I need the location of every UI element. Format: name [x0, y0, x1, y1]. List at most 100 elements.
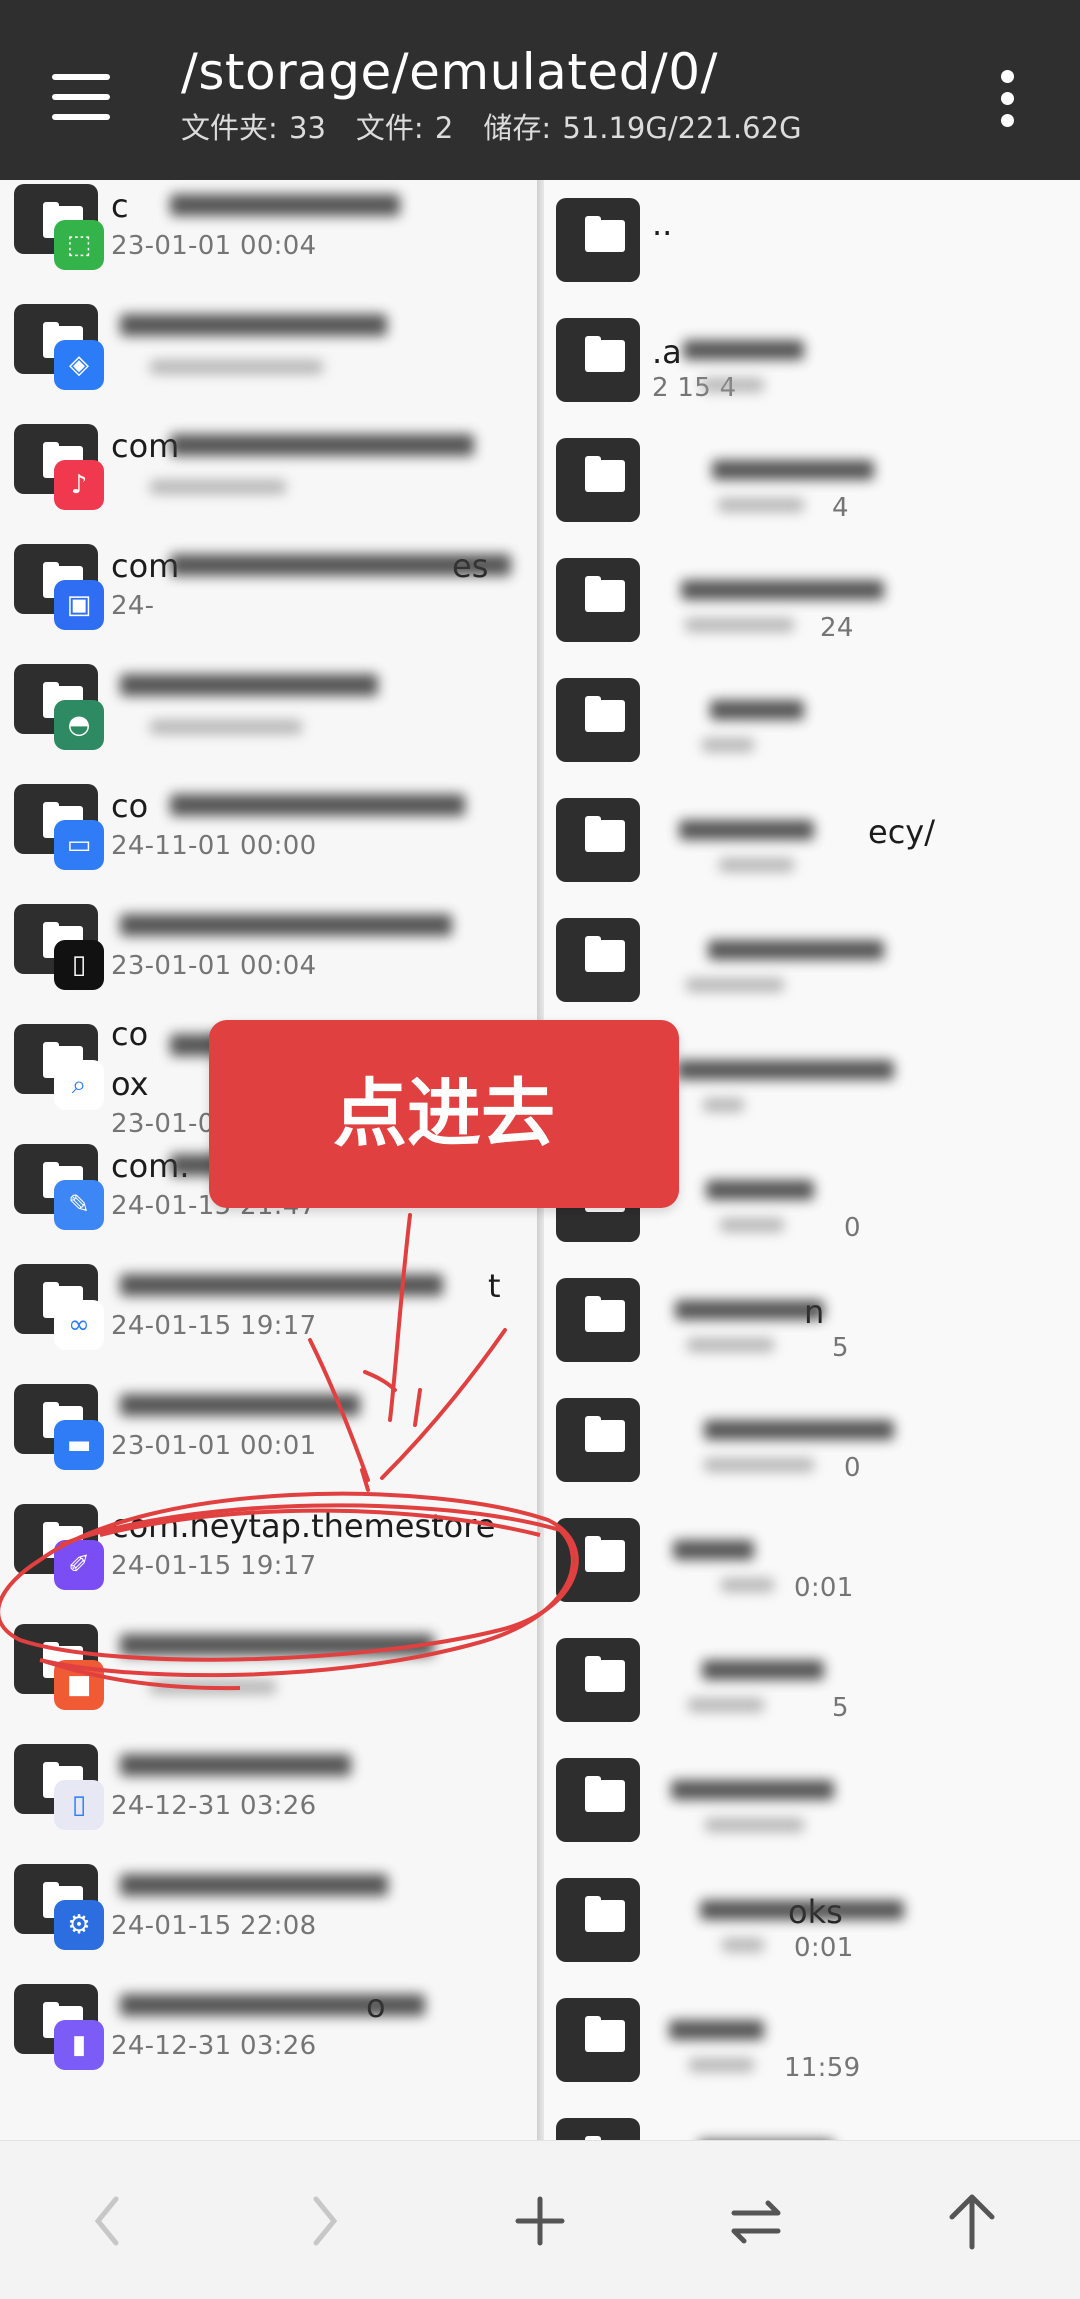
forward-chevron-icon[interactable] — [274, 2171, 374, 2271]
redaction-blur — [120, 674, 378, 696]
file-date: 24-12-31 03:26 — [111, 1791, 317, 1821]
swap-panes-icon[interactable] — [706, 2171, 806, 2271]
file-date: 24- — [111, 591, 155, 621]
folder-count: 文件夹: 33 — [181, 111, 326, 145]
file-list-item[interactable]: ◓ — [0, 640, 537, 760]
redaction-blur — [719, 858, 794, 872]
redaction-blur — [704, 1458, 814, 1472]
search-icon: ⌕ — [54, 1060, 104, 1110]
folder-icon — [556, 318, 640, 402]
bottom-navigation — [0, 2140, 1080, 2299]
folder-icon — [556, 678, 640, 762]
file-name: .. — [652, 205, 673, 243]
settings-gear-icon: ⚙ — [54, 1900, 104, 1950]
folder-icon — [556, 1878, 640, 1962]
file-list-item[interactable]: ⬚ c 23-01-01 00:04 — [0, 180, 537, 280]
file-list-item[interactable]: 24 — [544, 558, 1080, 678]
file-list-item[interactable]: ♪ com — [0, 400, 537, 520]
file-name: co — [111, 1015, 149, 1053]
file-list-item[interactable]: ▯ 23-01-01 00:04 — [0, 880, 537, 1000]
redaction-blur — [150, 1680, 276, 1694]
directory-summary: 文件夹: 33 文件: 2 储存: 51.19G/221.62G — [181, 110, 802, 146]
file-date: 0:01 — [794, 1933, 854, 1963]
file-list-item[interactable]: .. — [544, 198, 1080, 318]
file-list-item[interactable]: ▭ co 24-11-01 00:00 — [0, 760, 537, 880]
redaction-blur — [150, 360, 323, 374]
redaction-blur — [669, 2020, 764, 2040]
file-date: 24-12-31 03:26 — [111, 2031, 317, 2061]
file-list-item[interactable]: com — [544, 2118, 1080, 2140]
wallet-icon: ▬ — [54, 1420, 104, 1470]
up-arrow-icon[interactable] — [922, 2171, 1022, 2271]
redaction-blur — [700, 1900, 904, 1920]
redaction-blur — [712, 460, 874, 480]
folder-icon — [556, 438, 640, 522]
file-list-item[interactable]: ▣comes24- — [0, 520, 537, 640]
file-list-item[interactable]: 5 — [544, 1638, 1080, 1758]
file-list-item[interactable]: n5 — [544, 1278, 1080, 1398]
file-list-item[interactable]: .a 2 15 4 — [544, 318, 1080, 438]
redaction-blur — [686, 978, 784, 992]
back-chevron-icon[interactable] — [58, 2171, 158, 2271]
redaction-blur — [689, 2058, 754, 2072]
file-name: c — [111, 187, 129, 225]
office-icon: ▯ — [54, 940, 104, 990]
file-list-item[interactable]: ∞ t 24-01-15 19:17 — [0, 1240, 537, 1360]
file-list-item[interactable]: oks0:01 — [544, 1878, 1080, 1998]
folder-icon — [556, 1638, 640, 1722]
file-list-item[interactable]: 0 — [544, 1398, 1080, 1518]
file-list-item[interactable] — [544, 678, 1080, 798]
file-list-item[interactable]: 11:59 — [544, 1998, 1080, 2118]
redaction-blur — [721, 1578, 774, 1592]
file-list-item[interactable]: ▮o24-12-31 03:26 — [0, 1960, 537, 2080]
file-list-item[interactable]: ▬ 23-01-01 00:01 — [0, 1360, 537, 1480]
file-list-item[interactable]: ■ — [0, 1600, 537, 1720]
redaction-blur — [703, 1098, 744, 1112]
redaction-blur — [704, 1420, 894, 1440]
file-name: ecy/ — [868, 813, 935, 851]
shopping-bag-icon: ⬚ — [54, 220, 104, 270]
redaction-blur — [687, 1338, 774, 1352]
redaction-blur — [722, 1938, 764, 1952]
folder-icon — [556, 918, 640, 1002]
top-app-bar: /storage/emulated/0/ 文件夹: 33 文件: 2 储存: 51.… — [0, 0, 1080, 180]
redaction-blur — [718, 498, 804, 512]
redaction-blur — [170, 554, 511, 576]
file-list-item[interactable]: ⚙ 24-01-15 22:08 — [0, 1840, 537, 1960]
file-list-item[interactable]: 4 — [544, 438, 1080, 558]
redaction-blur — [679, 820, 814, 840]
file-date: 24-01-15 22:08 — [111, 1911, 317, 1941]
redaction-blur — [120, 314, 387, 336]
note-edit-icon: ✎ — [54, 1180, 104, 1230]
file-date: 24 — [820, 613, 854, 643]
file-name-line2: ox — [111, 1065, 149, 1103]
file-list-item[interactable]: ✐ com.heytap.themestore 24-01-15 19:17 — [0, 1480, 537, 1600]
file-list-item[interactable] — [544, 1758, 1080, 1878]
hamburger-menu-icon[interactable] — [52, 74, 114, 120]
screen-share-icon: ▣ — [54, 580, 104, 630]
music-note-icon: ♪ — [54, 460, 104, 510]
redaction-blur — [720, 1218, 784, 1232]
file-list-item[interactable]: 0:01 — [544, 1518, 1080, 1638]
more-options-icon[interactable] — [996, 70, 1020, 128]
redaction-blur — [170, 434, 474, 456]
storage-usage: 储存: 51.19G/221.62G — [483, 111, 802, 145]
redaction-blur — [120, 1754, 351, 1776]
redaction-blur — [677, 1060, 894, 1080]
file-date: 11:59 — [784, 2053, 861, 2083]
file-date: 23-01-01 00:04 — [111, 951, 317, 981]
callout-text: 点进去 — [333, 1071, 555, 1157]
file-list-item[interactable]: ◈ — [0, 280, 537, 400]
folder-icon — [556, 198, 640, 282]
file-list-item[interactable]: ecy/ — [544, 798, 1080, 918]
redaction-blur — [170, 794, 465, 816]
redaction-blur — [702, 1660, 824, 1680]
redaction-blur — [685, 618, 794, 632]
file-name: com.heytap.themestore — [111, 1507, 496, 1545]
redaction-blur — [120, 1994, 425, 2016]
file-date: 0 — [844, 1213, 861, 1243]
add-icon[interactable] — [490, 2171, 590, 2271]
file-date: 5 — [832, 1333, 849, 1363]
file-count: 文件: 2 — [355, 111, 454, 145]
file-list-item[interactable]: ▯ 24-12-31 03:26 — [0, 1720, 537, 1840]
